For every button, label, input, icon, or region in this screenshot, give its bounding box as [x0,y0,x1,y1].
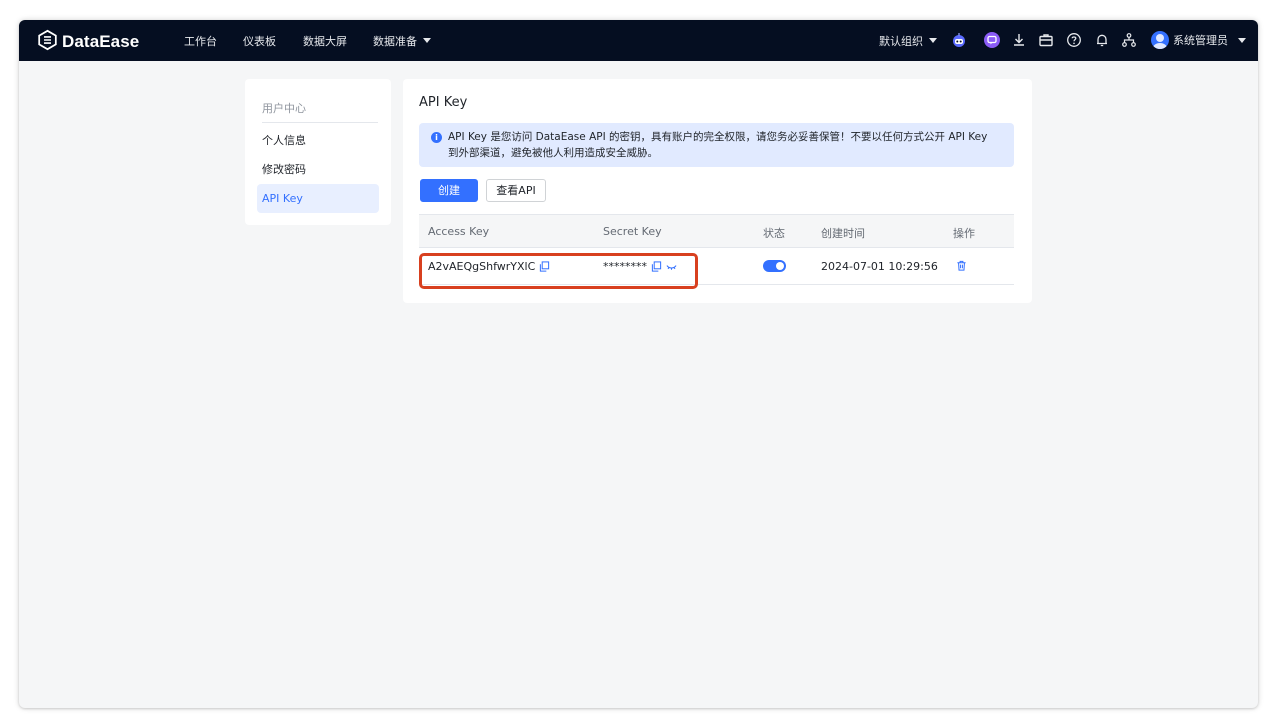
column-secret-key: Secret Key [603,225,662,238]
nav-item-workbench[interactable]: 工作台 [184,33,217,49]
sidebar-item-change-password[interactable]: 修改密码 [257,155,379,184]
download-icon[interactable] [1011,32,1027,48]
status-toggle[interactable] [763,260,786,272]
top-navbar: DataEase 工作台 仪表板 数据大屏 数据准备 默认组织 系统管理员 [19,20,1258,61]
created-time-cell: 2024-07-01 10:29:56 [821,260,938,273]
sidebar-item-profile[interactable]: 个人信息 [257,126,379,155]
org-label: 默认组织 [879,35,923,48]
user-center-sidebar: 用户中心 个人信息 修改密码 API Key [245,79,391,225]
sidebar-item-api-key[interactable]: API Key [257,184,379,213]
nav-item-data-prep-label: 数据准备 [373,35,417,48]
assistant-icon[interactable] [984,32,1000,48]
chevron-down-icon [423,38,431,43]
info-icon: i [431,132,442,143]
column-actions: 操作 [953,227,975,240]
chevron-down-icon [1238,37,1246,43]
robot-icon[interactable] [951,32,967,48]
user-name: 系统管理员 [1173,34,1228,47]
column-access-key: Access Key [428,225,490,238]
sidebar-title: 用户中心 [262,102,306,115]
briefcase-icon[interactable] [1038,32,1054,48]
logo-icon [37,29,58,55]
highlight-annotation-box [419,253,698,289]
bell-icon[interactable] [1094,32,1110,48]
sidebar-divider [262,122,378,123]
help-icon[interactable] [1066,32,1082,48]
alert-text: API Key 是您访问 DataEase API 的密钥，具有账户的完全权限，… [448,131,988,159]
column-created-time: 创建时间 [821,227,865,240]
column-status: 状态 [763,227,785,240]
logo[interactable]: DataEase [37,29,139,55]
nav-item-data-screen[interactable]: 数据大屏 [303,33,347,49]
table-header: Access Key Secret Key 状态 创建时间 操作 [419,214,1014,248]
nav-item-data-prep[interactable]: 数据准备 [373,33,431,49]
nav-item-dashboard[interactable]: 仪表板 [243,33,276,49]
user-menu[interactable]: 系统管理员 [1151,31,1246,49]
info-alert: i API Key 是您访问 DataEase API 的密钥，具有账户的完全权… [419,123,1014,167]
app-window: DataEase 工作台 仪表板 数据大屏 数据准备 默认组织 系统管理员 用户… [19,20,1258,708]
org-switcher[interactable]: 默认组织 [879,33,937,49]
trash-icon [956,260,967,271]
page-title: API Key [419,95,468,110]
avatar [1151,31,1169,49]
view-api-button[interactable]: 查看API [486,179,546,202]
logo-text: DataEase [62,32,140,51]
org-tree-icon[interactable] [1121,32,1137,48]
delete-action[interactable] [956,260,967,271]
chevron-down-icon [929,38,937,43]
create-button[interactable]: 创建 [420,179,478,202]
